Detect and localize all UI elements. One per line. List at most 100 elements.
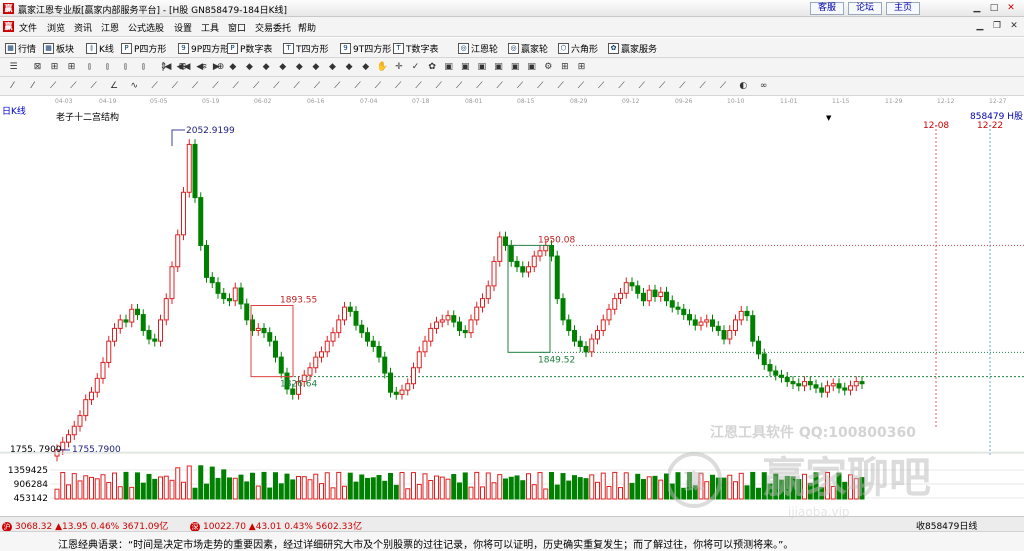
diamond-icon[interactable]: ◆	[260, 61, 273, 74]
diamond-icon[interactable]: ◆	[359, 61, 372, 74]
menu-file[interactable]: 文件	[19, 21, 37, 34]
grid-icon[interactable]: ⊞	[65, 61, 78, 74]
diamond-icon[interactable]: ◆	[226, 61, 239, 74]
draw-line-icon[interactable]: ⟋	[87, 80, 100, 93]
grid-icon[interactable]: ⊞	[48, 61, 61, 74]
maximize-icon[interactable]: □	[987, 2, 1001, 15]
draw-line-icon[interactable]: ⁄	[26, 80, 39, 93]
draw-line-icon[interactable]: ⟋	[311, 80, 324, 93]
menu-browse[interactable]: 浏览	[47, 21, 65, 34]
draw-line-icon[interactable]: ⟋	[168, 80, 181, 93]
select-icon[interactable]: ⊠	[31, 61, 44, 74]
next-icon[interactable]: ▶	[210, 61, 223, 74]
draw-line-icon[interactable]: ⟋	[676, 80, 689, 93]
draw-line-icon[interactable]: ⟋	[67, 80, 80, 93]
diamond-icon[interactable]: ◆	[309, 61, 322, 74]
hand-icon[interactable]: ✋	[376, 61, 389, 74]
draw-line-icon[interactable]: ⟋	[189, 80, 202, 93]
diamond-icon[interactable]: ◆	[343, 61, 356, 74]
panel-icon[interactable]: ▣	[525, 61, 538, 74]
gear-icon[interactable]: ⚙	[542, 61, 555, 74]
draw-line-icon[interactable]: ⟋	[656, 80, 669, 93]
list-icon[interactable]: ☰	[7, 61, 20, 74]
draw-line-icon[interactable]: ⟋	[696, 80, 709, 93]
toolbar-9t-square-button[interactable]: 9 9T四方形	[340, 41, 391, 55]
close-icon[interactable]: ✕	[1004, 2, 1018, 15]
toolbar-p-digit-button[interactable]: P P数字表	[227, 41, 272, 55]
toolbar-hexagon-button[interactable]: ⬡ 六角形	[558, 41, 598, 55]
customer-service-link[interactable]: 客服	[810, 2, 844, 15]
draw-line-icon[interactable]: ⟋	[595, 80, 608, 93]
menu-tools[interactable]: 工具	[201, 21, 219, 34]
first-icon[interactable]: |◀	[160, 61, 173, 74]
crosshair-icon[interactable]: ✛	[392, 61, 405, 74]
draw-line-icon[interactable]: ∿	[128, 80, 141, 93]
bar-icon[interactable]: ⫾	[119, 61, 132, 74]
minimize-icon[interactable]: ▁	[970, 2, 984, 15]
menu-gann[interactable]: 江恩	[101, 21, 119, 34]
panel-icon[interactable]: ▣	[492, 61, 505, 74]
draw-line-icon[interactable]: ⟋	[209, 80, 222, 93]
toolbar-9p-square-button[interactable]: 9 9P四方形	[178, 41, 229, 55]
draw-line-icon[interactable]: ⟋	[534, 80, 547, 93]
draw-line-icon[interactable]: ⟋	[453, 80, 466, 93]
bar-icon[interactable]: ⫾	[101, 61, 114, 74]
panel-icon[interactable]: ▣	[475, 61, 488, 74]
draw-line-icon[interactable]: ⟋	[432, 80, 445, 93]
draw-line-icon[interactable]: ⟋	[148, 80, 161, 93]
toolbar-wheel-button[interactable]: ◎ 江恩轮	[458, 41, 498, 55]
grid-icon[interactable]: ⊞	[558, 61, 571, 74]
draw-line-icon[interactable]: ⟋	[351, 80, 364, 93]
diamond-icon[interactable]: ◆	[293, 61, 306, 74]
draw-line-icon[interactable]: ⟋	[270, 80, 283, 93]
draw-line-icon[interactable]: ⟋	[493, 80, 506, 93]
draw-line-icon[interactable]: ⟋	[514, 80, 527, 93]
mdi-restore-icon[interactable]: ❐	[991, 20, 1003, 32]
toolbar-t-square-button[interactable]: T T四方形	[283, 41, 329, 55]
draw-line-icon[interactable]: ⟋	[412, 80, 425, 93]
draw-line-icon[interactable]: ∠	[108, 80, 121, 93]
mdi-close-icon[interactable]: ✕	[1008, 20, 1020, 32]
diamond-icon[interactable]: ◆	[276, 61, 289, 74]
menu-settings[interactable]: 设置	[174, 21, 192, 34]
grid-icon[interactable]: ⊞	[575, 61, 588, 74]
bar-icon[interactable]: ⫾	[137, 61, 150, 74]
bar-icon[interactable]: ⫾	[83, 61, 96, 74]
mdi-minimize-icon[interactable]: ▁	[974, 20, 986, 32]
infinity-icon[interactable]: ∞	[757, 80, 770, 93]
toolbar-winner-wheel-button[interactable]: ◎ 赢家轮	[508, 41, 548, 55]
menu-formula[interactable]: 公式选股	[128, 21, 164, 34]
draw-line-icon[interactable]: ⟋	[615, 80, 628, 93]
draw-line-icon[interactable]: ⟋	[229, 80, 242, 93]
toolbar-grid-button[interactable]: ▦ 行情	[5, 41, 36, 55]
color-icon[interactable]: ◐	[737, 80, 750, 93]
homepage-link[interactable]: 主页	[886, 2, 920, 15]
flower-icon[interactable]: ✿	[426, 61, 439, 74]
draw-line-icon[interactable]: ⟋	[331, 80, 344, 93]
panel-icon[interactable]: ▣	[509, 61, 522, 74]
toolbar-service-button[interactable]: ✿ 赢家服务	[608, 41, 657, 55]
diamond-icon[interactable]: ◆	[243, 61, 256, 74]
draw-line-icon[interactable]: ⟋	[371, 80, 384, 93]
draw-line-icon[interactable]: ⟋	[717, 80, 730, 93]
draw-line-icon[interactable]: ⟋	[473, 80, 486, 93]
forum-link[interactable]: 论坛	[848, 2, 882, 15]
draw-line-icon[interactable]: ⟋	[635, 80, 648, 93]
draw-line-icon[interactable]: ⟋	[290, 80, 303, 93]
toolbar-p-square-button[interactable]: P P四方形	[121, 41, 166, 55]
menu-info[interactable]: 资讯	[74, 21, 92, 34]
panel-icon[interactable]: ▣	[442, 61, 455, 74]
diamond-icon[interactable]: ◆	[326, 61, 339, 74]
draw-line-icon[interactable]: ⁄	[6, 80, 19, 93]
check-icon[interactable]: ✓	[409, 61, 422, 74]
menu-help[interactable]: 帮助	[298, 21, 316, 34]
toolbar-t-digit-button[interactable]: T T数字表	[393, 41, 439, 55]
draw-line-icon[interactable]: ⟋	[47, 80, 60, 93]
draw-line-icon[interactable]: ⟋	[392, 80, 405, 93]
panel-icon[interactable]: ▣	[459, 61, 472, 74]
draw-line-icon[interactable]: ⟋	[554, 80, 567, 93]
menu-window[interactable]: 窗口	[228, 21, 246, 34]
draw-line-icon[interactable]: ⟋	[250, 80, 263, 93]
menu-trade[interactable]: 交易委托	[255, 21, 291, 34]
toolbar-blocks-button[interactable]: ▦ 板块	[43, 41, 74, 55]
